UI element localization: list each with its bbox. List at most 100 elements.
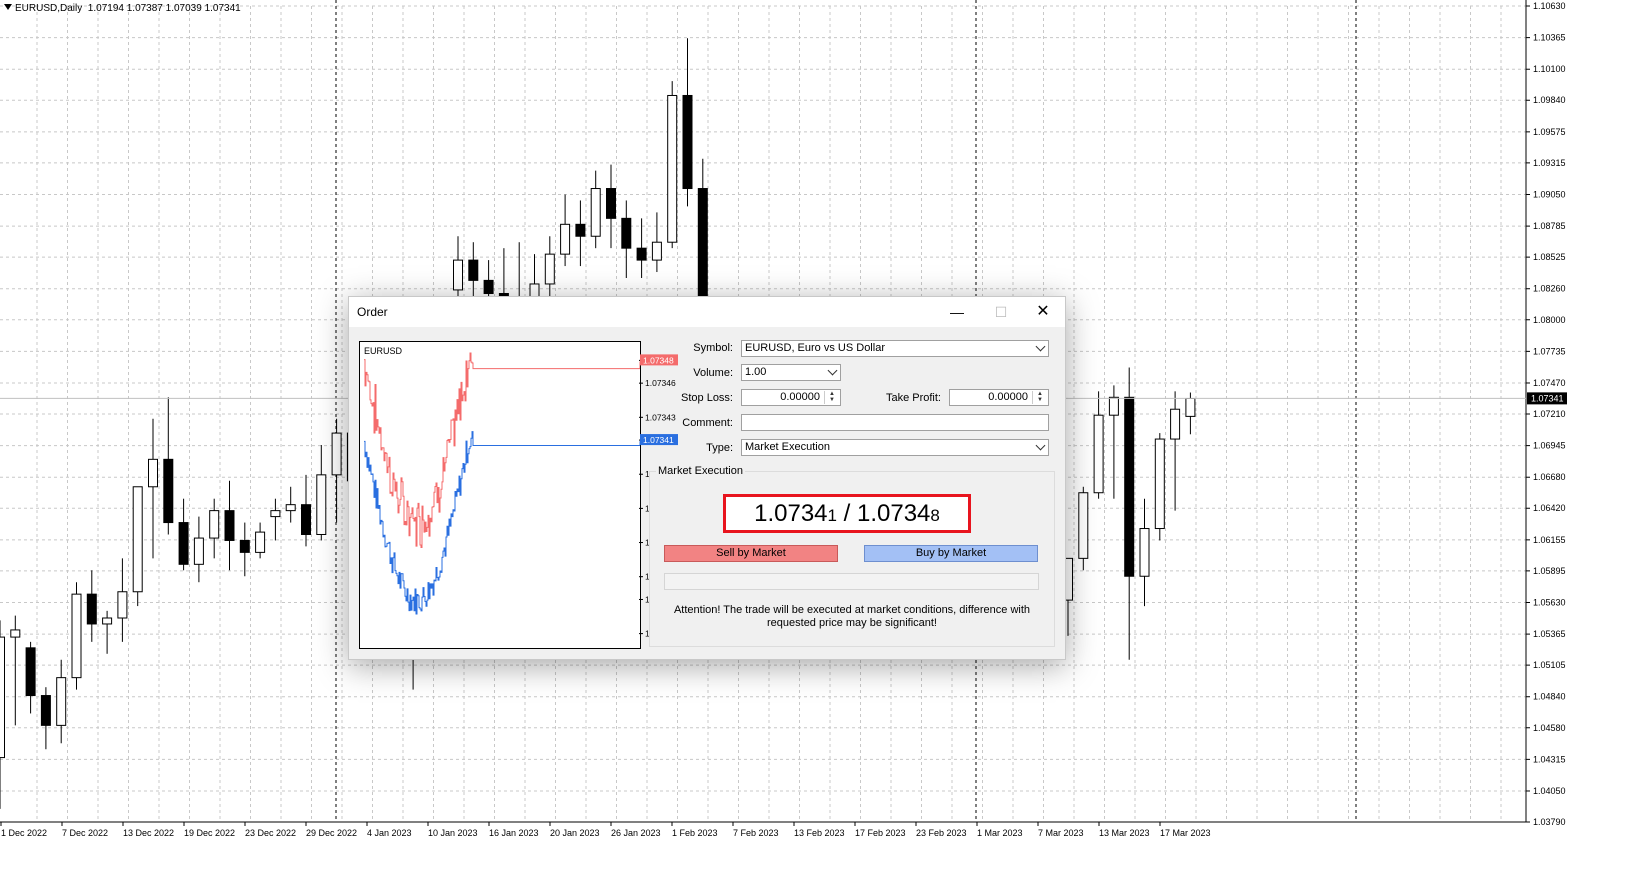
y-tick-label: 1.09575 bbox=[1533, 127, 1566, 137]
y-tick-label: 1.10365 bbox=[1533, 33, 1566, 43]
candle-body bbox=[331, 432, 342, 476]
price-separator: / bbox=[836, 500, 857, 527]
tick-scale-label: 1.07346 bbox=[645, 378, 676, 388]
sell-by-market-button[interactable]: Sell by Market bbox=[664, 545, 838, 562]
candle-body bbox=[453, 259, 463, 291]
x-tick-label: 7 Feb 2023 bbox=[733, 828, 779, 838]
candle-body bbox=[56, 677, 67, 726]
candle-body bbox=[651, 241, 662, 261]
minimize-button[interactable]: — bbox=[935, 297, 979, 327]
comment-input[interactable] bbox=[741, 414, 1049, 431]
y-tick-label: 1.05365 bbox=[1533, 629, 1566, 639]
candle-body bbox=[1078, 492, 1089, 559]
current-price-label: 1.07341 bbox=[1531, 393, 1564, 403]
candle-body bbox=[178, 522, 189, 565]
candle-body bbox=[102, 617, 113, 625]
buy-by-market-button[interactable]: Buy by Market bbox=[864, 545, 1038, 562]
volume-label: Volume: bbox=[693, 367, 733, 379]
candle-body bbox=[40, 695, 51, 726]
tick-chart-svg: EURUSD bbox=[364, 346, 641, 615]
candle-body bbox=[1108, 396, 1119, 416]
candle-body bbox=[1124, 396, 1135, 577]
takeprofit-spin-buttons[interactable]: ▲ ▼ bbox=[1032, 391, 1047, 404]
takeprofit-value: 0.00000 bbox=[988, 391, 1028, 403]
candle-body bbox=[239, 539, 250, 553]
y-tick-label: 1.09840 bbox=[1533, 95, 1566, 105]
y-tick-label: 1.04050 bbox=[1533, 786, 1566, 796]
type-label: Type: bbox=[706, 442, 733, 454]
chevron-down-icon bbox=[1035, 440, 1046, 451]
y-tick-label: 1.06945 bbox=[1533, 441, 1566, 451]
ask-price-label: 1.07348 bbox=[643, 355, 674, 365]
takeprofit-stepper[interactable]: 0.00000 ▲ ▼ bbox=[949, 389, 1049, 406]
symbol-select[interactable]: EURUSD, Euro vs US Dollar bbox=[741, 340, 1049, 357]
x-tick-label: 13 Mar 2023 bbox=[1099, 828, 1150, 838]
x-tick-label: 13 Feb 2023 bbox=[794, 828, 845, 838]
stoploss-label: Stop Loss: bbox=[681, 392, 733, 404]
volume-select[interactable]: 1.00 bbox=[741, 364, 841, 381]
candle-body bbox=[270, 510, 281, 518]
y-tick-label: 1.06420 bbox=[1533, 503, 1566, 513]
candle-body bbox=[1093, 414, 1104, 494]
type-select[interactable]: Market Execution bbox=[741, 439, 1049, 456]
y-tick-label: 1.07470 bbox=[1533, 378, 1566, 388]
x-tick-label: 7 Mar 2023 bbox=[1038, 828, 1084, 838]
chevron-down-icon bbox=[827, 365, 838, 376]
volume-value: 1.00 bbox=[745, 366, 767, 378]
candle-body bbox=[621, 217, 632, 249]
x-tick-label: 23 Feb 2023 bbox=[916, 828, 967, 838]
y-tick-label: 1.10100 bbox=[1533, 64, 1566, 74]
candle-body bbox=[193, 537, 204, 565]
y-tick-label: 1.07735 bbox=[1533, 346, 1566, 356]
y-tick-label: 1.04580 bbox=[1533, 723, 1566, 733]
candle-body bbox=[71, 593, 82, 679]
stoploss-spin-buttons[interactable]: ▲ ▼ bbox=[824, 391, 839, 404]
chart-ohlc: 1.07194 1.07387 1.07039 1.07341 bbox=[87, 3, 241, 14]
x-tick-label: 20 Jan 2023 bbox=[550, 828, 600, 838]
candle-body bbox=[117, 591, 128, 619]
chart-header: EURUSD,Daily 1.07194 1.07387 1.07039 1.0… bbox=[4, 3, 241, 14]
candle-body bbox=[163, 458, 174, 524]
arrow-down-icon[interactable]: ▼ bbox=[825, 397, 839, 403]
candle-body bbox=[10, 629, 21, 638]
execution-progress-bar bbox=[664, 573, 1039, 590]
ask-price-main: 1.0734 bbox=[857, 500, 931, 527]
x-tick-label: 26 Jan 2023 bbox=[611, 828, 661, 838]
x-tick-label: 1 Dec 2022 bbox=[1, 828, 47, 838]
dialog-titlebar[interactable]: Order — ☐ ✕ bbox=[349, 297, 1065, 327]
candle-body bbox=[255, 531, 266, 553]
maximize-button[interactable]: ☐ bbox=[979, 297, 1023, 327]
y-tick-label: 1.03790 bbox=[1533, 817, 1566, 827]
x-tick-label: 1 Mar 2023 bbox=[977, 828, 1023, 838]
ask-line bbox=[364, 352, 641, 549]
candle-body bbox=[285, 504, 296, 512]
x-tick-label: 10 Jan 2023 bbox=[428, 828, 478, 838]
candle-body bbox=[606, 188, 616, 219]
market-execution-title: Market Execution bbox=[656, 465, 745, 477]
y-tick-label: 1.07210 bbox=[1533, 409, 1566, 419]
x-tick-label: 13 Dec 2022 bbox=[123, 828, 174, 838]
type-value: Market Execution bbox=[745, 441, 830, 453]
symbol-value: EURUSD, Euro vs US Dollar bbox=[745, 342, 885, 354]
y-tick-label: 1.08260 bbox=[1533, 284, 1566, 294]
candle-body bbox=[636, 247, 647, 261]
candle-body bbox=[25, 647, 36, 697]
comment-label: Comment: bbox=[682, 417, 733, 429]
tick-chart-symbol: EURUSD bbox=[364, 346, 403, 356]
chart-symbol: EURUSD,Daily bbox=[15, 3, 83, 14]
candle-body bbox=[544, 253, 555, 285]
takeprofit-label: Take Profit: bbox=[885, 392, 941, 404]
arrow-down-icon[interactable]: ▼ bbox=[1033, 397, 1047, 403]
tick-chart: EURUSD bbox=[359, 341, 641, 649]
stoploss-stepper[interactable]: 0.00000 ▲ ▼ bbox=[741, 389, 841, 406]
x-tick-label: 29 Dec 2022 bbox=[306, 828, 357, 838]
y-tick-label: 1.08785 bbox=[1533, 221, 1566, 231]
close-button[interactable]: ✕ bbox=[1021, 297, 1065, 327]
bid-price-main: 1.0734 bbox=[754, 500, 828, 527]
candle-body bbox=[682, 94, 693, 190]
candle-body bbox=[316, 474, 327, 535]
y-tick-label: 1.05105 bbox=[1533, 660, 1566, 670]
attention-message: Attention! The trade will be executed at… bbox=[659, 604, 1045, 630]
stoploss-value: 0.00000 bbox=[780, 391, 820, 403]
candle-body bbox=[667, 94, 678, 243]
